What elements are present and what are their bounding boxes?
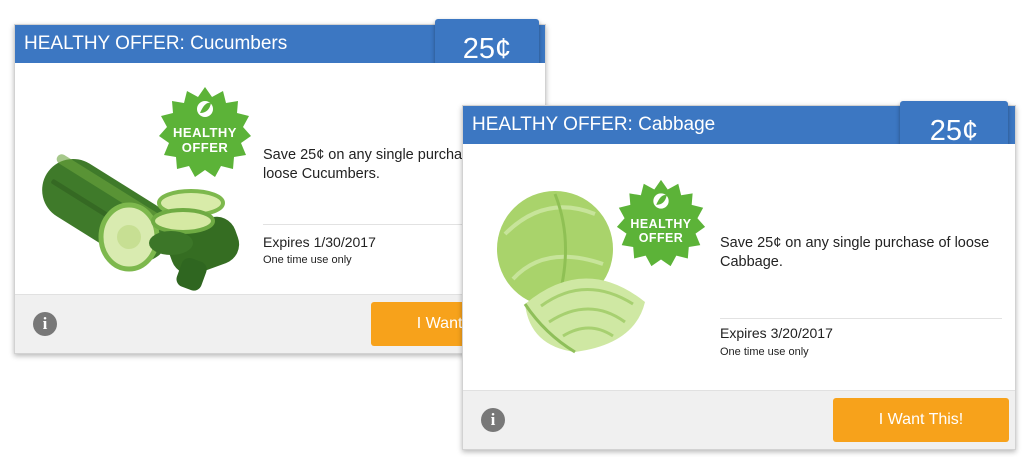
usage-note: One time use only	[720, 346, 809, 358]
usage-note: One time use only	[263, 254, 352, 266]
i-want-this-button[interactable]: I Want This!	[833, 398, 1009, 442]
expiration-date: Expires 3/20/2017	[720, 325, 833, 341]
healthy-offer-badge: HEALTHY OFFER	[159, 87, 251, 177]
badge-line2: OFFER	[182, 140, 229, 155]
expiration-date: Expires 1/30/2017	[263, 234, 376, 250]
offer-title: HEALTHY OFFER: Cabbage	[472, 114, 716, 135]
info-icon[interactable]: i	[481, 408, 505, 432]
info-icon[interactable]: i	[33, 312, 57, 336]
offer-body: HEALTHY OFFER Save 25¢ on any single pur…	[463, 144, 1015, 391]
divider	[720, 318, 1002, 319]
offer-title: HEALTHY OFFER: Cucumbers	[24, 33, 288, 54]
badge-line1: HEALTHY	[630, 217, 691, 231]
offer-description: Save 25¢ on any single purchase of loose…	[720, 235, 990, 270]
badge-line1: HEALTHY	[173, 125, 237, 140]
badge-line2: OFFER	[639, 231, 684, 245]
offer-card-cabbage: HEALTHY OFFER: Cabbage 25¢ HEALTHY OFFER…	[462, 101, 1016, 450]
offer-footer: i I Want This!	[463, 390, 1015, 449]
healthy-offer-badge: HEALTHY OFFER	[616, 179, 706, 267]
